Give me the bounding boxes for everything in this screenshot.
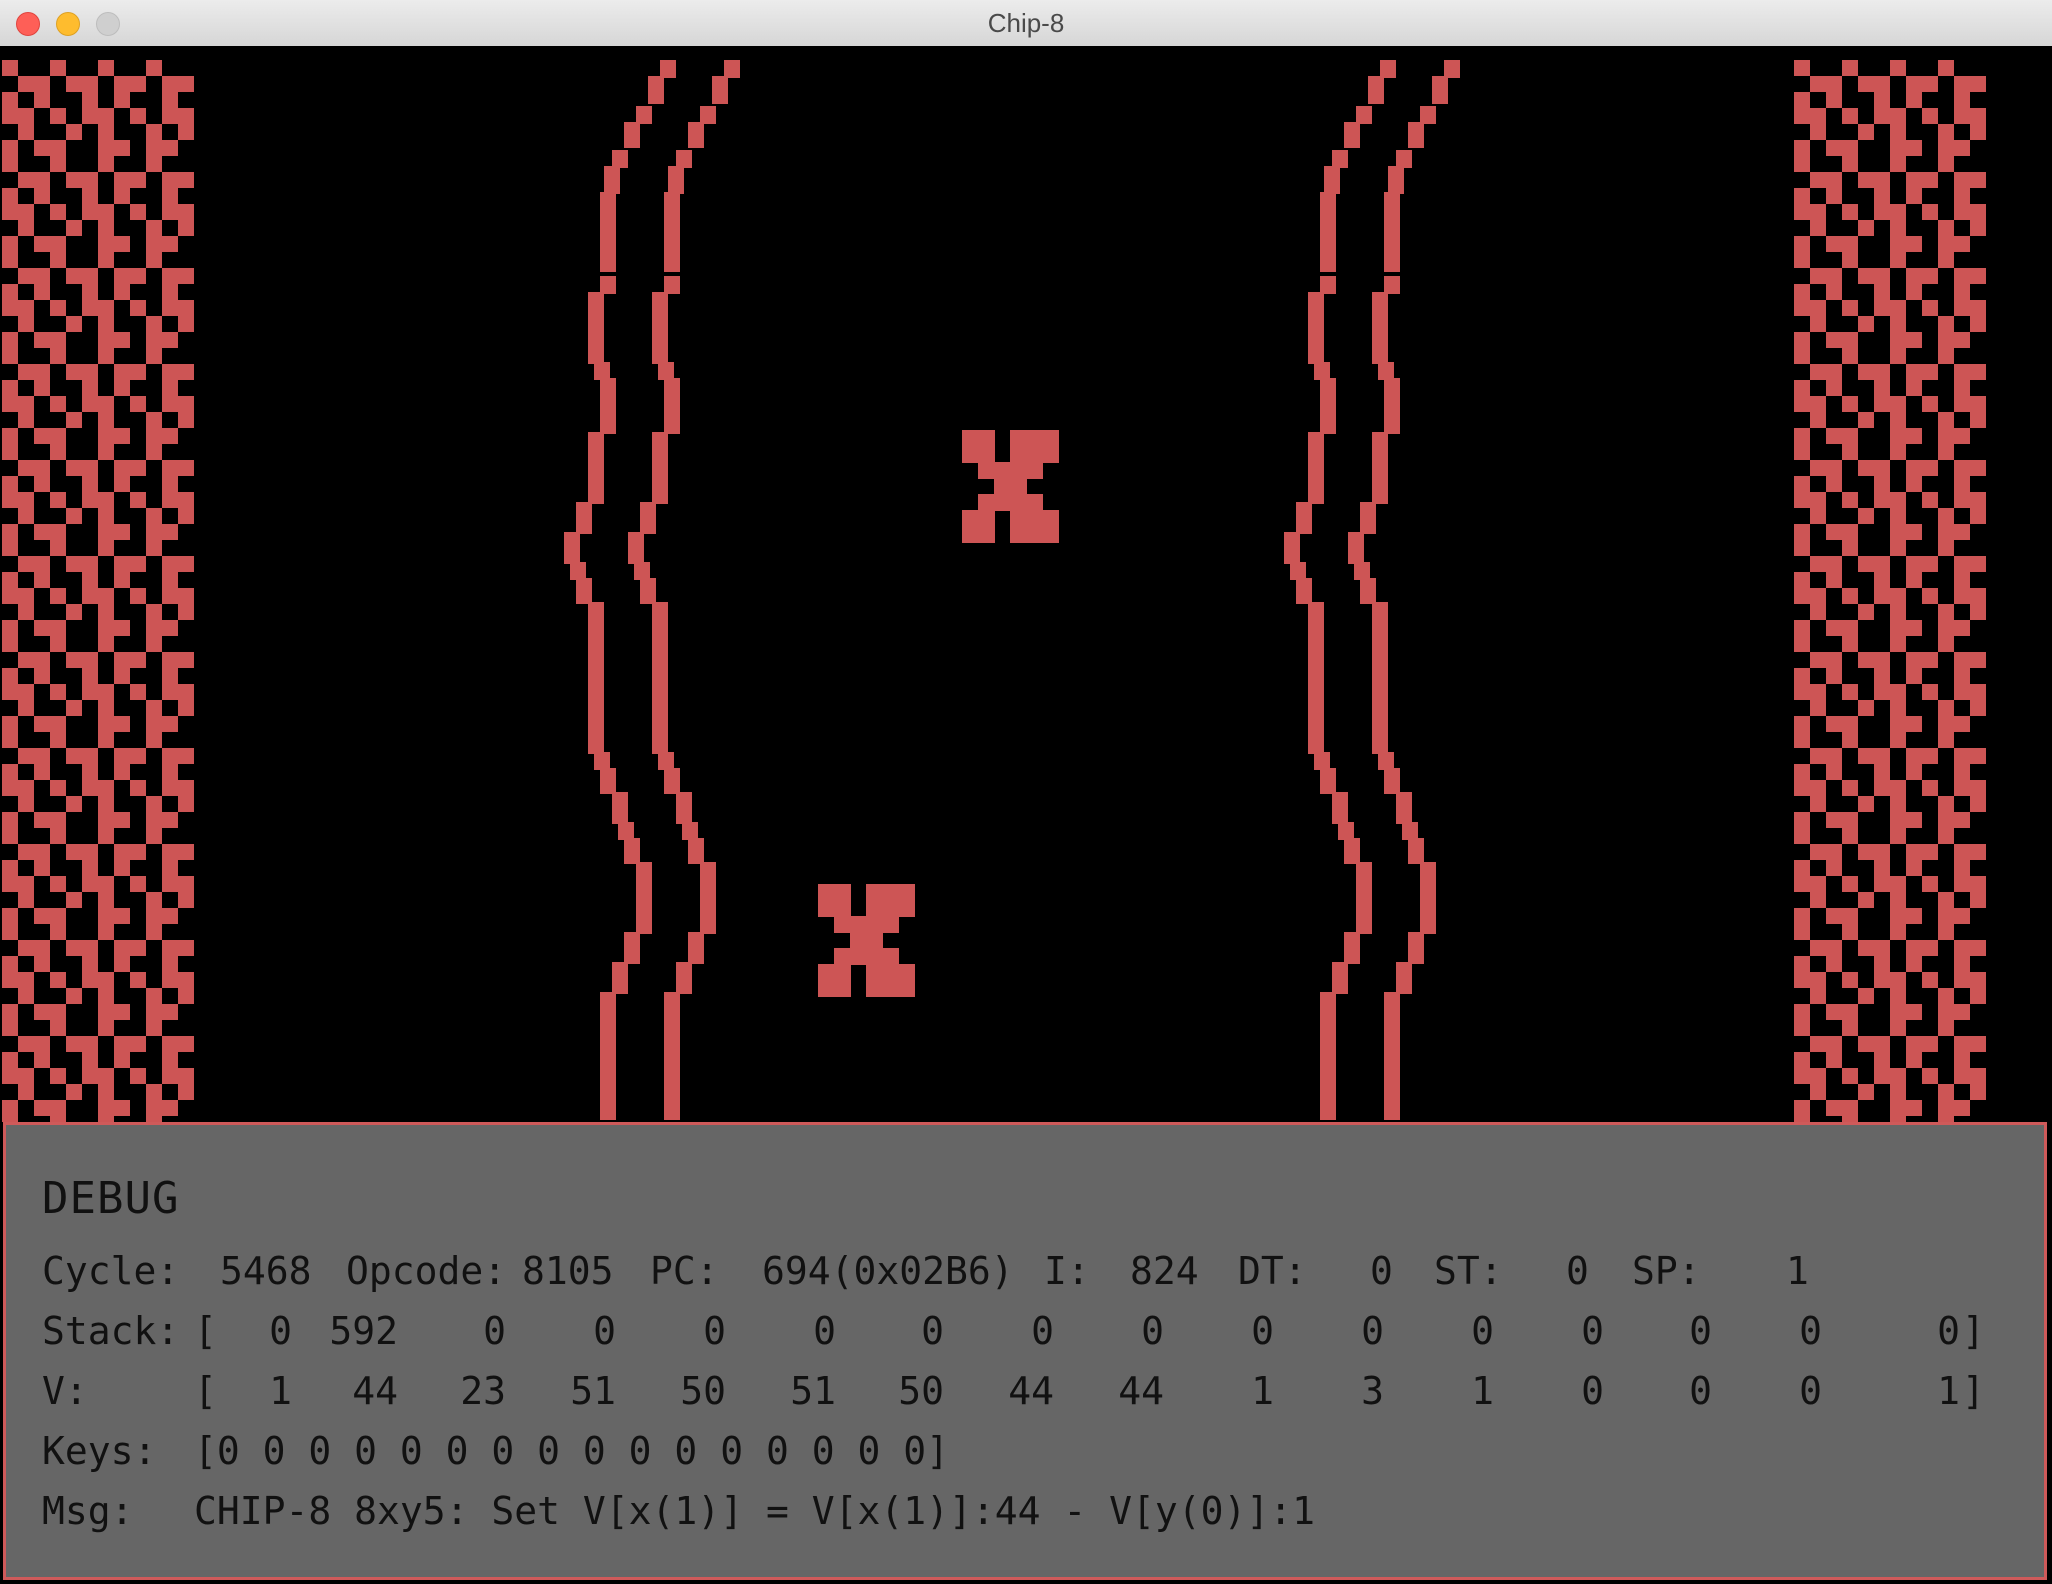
dt-label: DT: [1238,1249,1307,1293]
stack-cell-14: 0 [1799,1309,1822,1353]
game-screen-canvas [0,46,2052,1122]
v-register-cell-11: 1 [1471,1369,1494,1413]
v-register-cell-13: 0 [1689,1369,1712,1413]
msg-value: CHIP-8 8xy5: Set V[x(1)] = V[x(1)]:44 - … [194,1489,1316,1533]
stack-cell-5: 0 [813,1309,836,1353]
message-row: Msg: CHIP-8 8xy5: Set V[x(1)] = V[x(1)]:… [42,1489,1315,1533]
v-register-cell-12: 0 [1581,1369,1604,1413]
i-value: 824 [1130,1249,1199,1293]
chip8-display [0,46,2052,1122]
v-registers-row: V: [ ] 1 44 23 51 50 51 50 44 44 1 3 1 0 0 0 1 [42,1369,1985,1413]
stack-cell-0: 0 [269,1309,292,1353]
stack-cell-8: 0 [1141,1309,1164,1353]
stack-cell-15: 0 [1937,1309,1960,1353]
keys-row: Keys: [0 0 0 0 0 0 0 0 0 0 0 0 0 0 0 0] [42,1429,949,1473]
v-register-cell-10: 3 [1361,1369,1384,1413]
v-register-cell-0: 1 [269,1369,292,1413]
v-register-cell-8: 44 [1118,1369,1164,1413]
debug-heading: DEBUG [42,1173,180,1224]
window-title: Chip-8 [987,8,1065,38]
v-register-cell-9: 1 [1251,1369,1274,1413]
stack-cell-3: 0 [593,1309,616,1353]
v-close-bracket: ] [1962,1369,1985,1413]
stack-cell-9: 0 [1251,1309,1274,1353]
stack-row: Stack: [ ] 0 592 0 0 0 0 0 0 0 0 0 0 0 0 0 0 [42,1309,1985,1353]
keys-value: [0 0 0 0 0 0 0 0 0 0 0 0 0 0 0 0] [194,1429,949,1473]
opcode-label: Opcode: [346,1249,507,1293]
v-register-cell-7: 44 [1008,1369,1054,1413]
cycle-value: 5468 [220,1249,312,1293]
sp-value: 1 [1786,1249,1809,1293]
st-value: 0 [1566,1249,1589,1293]
st-label: ST: [1434,1249,1503,1293]
stack-cell-13: 0 [1689,1309,1712,1353]
v-register-cell-5: 51 [790,1369,836,1413]
stack-cell-4: 0 [703,1309,726,1353]
v-register-cell-2: 23 [460,1369,506,1413]
v-label: V: [42,1369,88,1413]
stack-cell-11: 0 [1471,1309,1494,1353]
debug-panel: DEBUG Cycle: 5468 Opcode: 8105 PC: 694(0… [3,1122,2047,1580]
keys-label: Keys: [42,1429,157,1473]
pc-label: PC: [650,1249,719,1293]
stack-label: Stack: [42,1309,180,1353]
stack-cell-12: 0 [1581,1309,1604,1353]
sp-label: SP: [1632,1249,1701,1293]
dt-value: 0 [1370,1249,1393,1293]
stack-close-bracket: ] [1962,1309,1985,1353]
v-register-cell-6: 50 [898,1369,944,1413]
i-label: I: [1044,1249,1090,1293]
v-register-cell-4: 50 [680,1369,726,1413]
v-register-cell-3: 51 [570,1369,616,1413]
msg-label: Msg: [42,1489,134,1533]
title-bar: Chip-8 [0,0,2052,47]
v-register-cell-15: 1 [1937,1369,1960,1413]
stack-cell-10: 0 [1361,1309,1384,1353]
v-register-cell-1: 44 [352,1369,398,1413]
stack-cell-6: 0 [921,1309,944,1353]
cycle-label: Cycle: [42,1249,180,1293]
stack-cell-2: 0 [483,1309,506,1353]
app-window: Chip-8 DEBUG Cycle: 5468 Opcode: 8105 PC… [0,0,2052,1584]
v-register-cell-14: 0 [1799,1369,1822,1413]
pc-value: 694(0x02B6) [762,1249,1014,1293]
stack-cell-1: 592 [329,1309,398,1353]
opcode-value: 8105 [522,1249,614,1293]
stack-cell-7: 0 [1031,1309,1054,1353]
registers-row: Cycle: 5468 Opcode: 8105 PC: 694(0x02B6)… [42,1249,1809,1293]
